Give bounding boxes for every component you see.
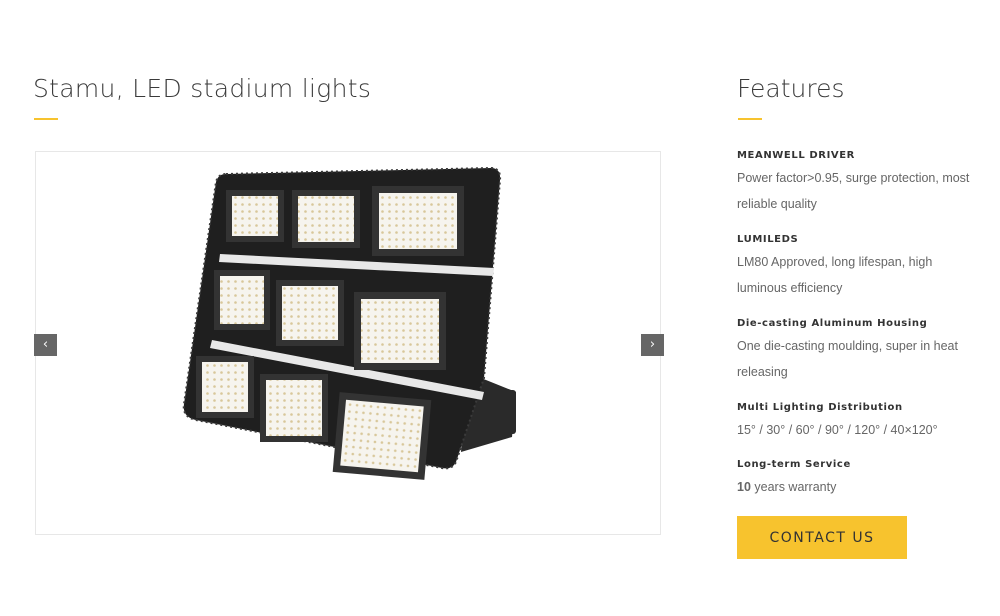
feature-description: Power factor>0.95, surge protection, mos… xyxy=(737,171,970,211)
features-title: Features xyxy=(737,74,845,103)
slider-prev-button[interactable]: ‹ xyxy=(34,334,57,356)
feature-heading: Multi Lighting Distribution xyxy=(737,402,903,413)
warranty-text: years warranty xyxy=(750,480,837,494)
feature-heading: LUMILEDS xyxy=(737,234,799,245)
feature-description: 15° / 30° / 60° / 90° / 120° / 40×120° xyxy=(737,423,938,437)
chevron-left-icon: ‹ xyxy=(42,337,49,352)
chevron-right-icon: › xyxy=(649,337,656,352)
product-image-slider[interactable] xyxy=(35,151,661,535)
feature-description: 10 years warranty xyxy=(737,474,977,500)
product-title: Stamu, LED stadium lights xyxy=(33,74,372,103)
stadium-light-image xyxy=(182,166,516,480)
features-accent-line xyxy=(738,118,762,120)
feature-heading: Die-casting Aluminum Housing xyxy=(737,318,928,329)
feature-meanwell-driver: MEANWELL DRIVER Power factor>0.95, surge… xyxy=(737,150,977,217)
title-accent-line xyxy=(34,118,58,120)
feature-description: One die-casting moulding, super in heat … xyxy=(737,339,958,379)
slider-next-button[interactable]: › xyxy=(641,334,664,356)
feature-lumileds: LUMILEDS LM80 Approved, long lifespan, h… xyxy=(737,234,977,301)
warranty-years: 10 xyxy=(737,480,751,494)
feature-description: LM80 Approved, long lifespan, high lumin… xyxy=(737,255,933,295)
contact-us-button[interactable]: CONTACT US xyxy=(737,516,907,559)
feature-long-term-service: Long-term Service 10 years warranty xyxy=(737,459,977,500)
feature-heading: MEANWELL DRIVER xyxy=(737,150,855,161)
feature-heading: Long-term Service xyxy=(737,459,851,470)
feature-die-casting-housing: Die-casting Aluminum Housing One die-cas… xyxy=(737,318,977,385)
feature-lighting-distribution: Multi Lighting Distribution 15° / 30° / … xyxy=(737,402,977,443)
